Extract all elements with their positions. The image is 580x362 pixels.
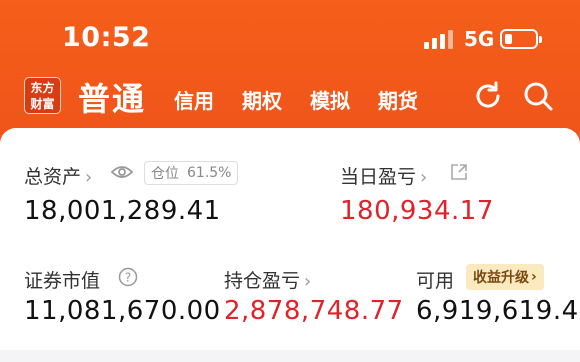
refresh-icon[interactable]	[470, 78, 506, 114]
daily-pl-value: 180,934.17	[340, 196, 494, 226]
eye-icon[interactable]	[110, 162, 134, 186]
tab-normal[interactable]: 普通	[78, 74, 146, 120]
tab-simulation[interactable]: 模拟	[310, 85, 350, 114]
network-type: 5G	[464, 27, 495, 51]
svg-text:?: ?	[125, 271, 131, 285]
share-icon[interactable]	[450, 163, 468, 185]
logo-text-2: 财富	[30, 96, 55, 111]
app-header: 10:52 5G 东方 财富 普通 信用 期权 模拟 期货	[0, 0, 580, 135]
logo-text-1: 东方	[30, 80, 55, 95]
upgrade-button[interactable]: 收益升级 ›	[466, 264, 544, 290]
eastmoney-logo: 东方 财富	[24, 77, 61, 114]
available-label: 可用	[416, 270, 455, 292]
position-label: 仓位	[151, 166, 179, 182]
daily-pl-text: 当日盈亏	[340, 166, 417, 188]
holding-pl-text: 持仓盈亏	[224, 270, 301, 292]
status-bar: 10:52 5G	[0, 0, 580, 70]
cellular-signal-icon	[424, 29, 456, 49]
asset-card: 总资产 › 仓位 61.5% 18,001,289.41 当日盈亏 › 180,93…	[0, 128, 580, 362]
chevron-right-icon: ›	[85, 167, 93, 188]
status-time: 10:52	[62, 22, 151, 53]
chevron-right-icon: ›	[531, 269, 537, 285]
upgrade-label: 收益升级	[473, 270, 529, 286]
chevron-right-icon: ›	[420, 167, 428, 188]
total-assets-text: 总资产	[24, 166, 82, 188]
position-value: 61.5%	[187, 165, 232, 181]
holding-pl-value: 2,878,748.77	[224, 296, 404, 326]
chevron-right-icon: ›	[304, 271, 312, 292]
total-assets-value: 18,001,289.41	[24, 196, 221, 226]
top-nav: 东方 财富 普通 信用 期权 模拟 期货	[0, 70, 580, 130]
holding-pl-label[interactable]: 持仓盈亏 ›	[224, 266, 311, 293]
battery-icon	[500, 29, 542, 49]
position-badge: 仓位 61.5%	[144, 161, 239, 185]
market-value: 11,081,670.00	[24, 296, 221, 326]
tab-credit[interactable]: 信用	[174, 85, 214, 114]
total-assets-label[interactable]: 总资产 ›	[24, 162, 92, 189]
tab-options[interactable]: 期权	[242, 85, 282, 114]
tab-futures[interactable]: 期货	[378, 85, 418, 114]
market-value-label: 证券市值	[24, 270, 101, 292]
divider	[0, 350, 580, 362]
search-icon[interactable]	[520, 78, 556, 114]
daily-pl-label[interactable]: 当日盈亏 ›	[340, 162, 427, 189]
help-icon[interactable]: ?	[118, 267, 138, 291]
available-value: 6,919,619.41	[416, 296, 580, 326]
